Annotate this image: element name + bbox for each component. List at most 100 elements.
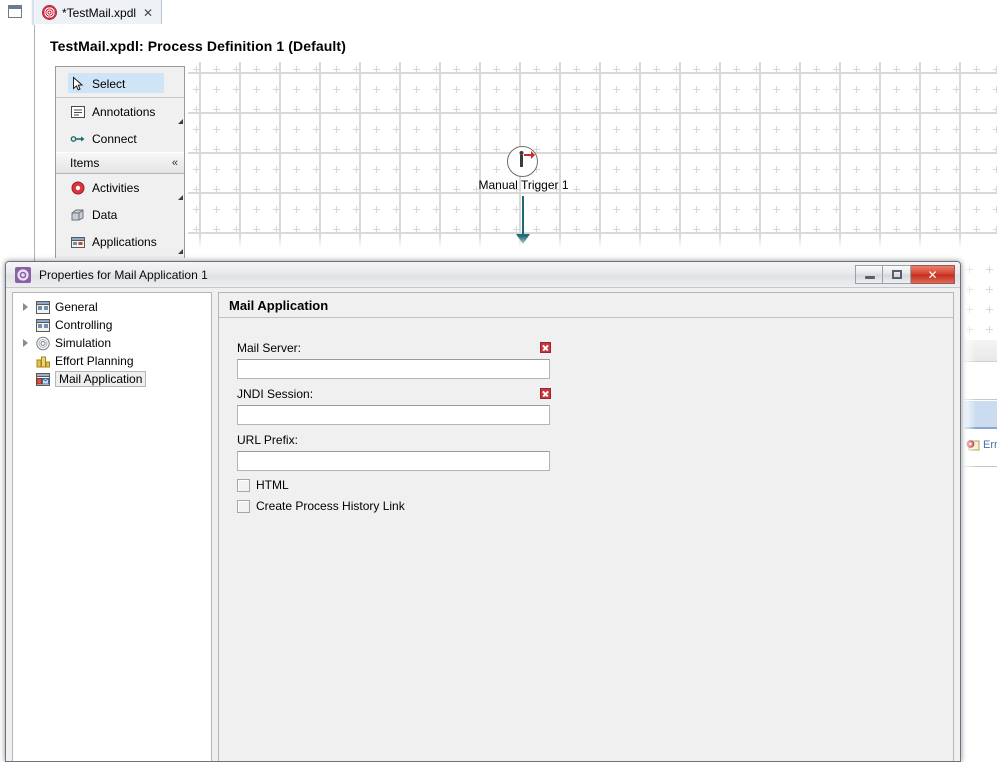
panel-grid-region xyxy=(964,262,997,340)
tree-item-mail-application-label: Mail Application xyxy=(55,371,147,387)
palette-tool-annotations-label: Annotations xyxy=(92,104,156,119)
dialog-nav-tree[interactable]: General Controlling Simulation Effort Pl… xyxy=(12,292,212,761)
panel-divider xyxy=(964,466,997,467)
view-menu-icon[interactable] xyxy=(8,5,22,18)
minimize-button[interactable] xyxy=(855,265,883,284)
palette-tool-select[interactable]: Select xyxy=(56,70,184,97)
panel-selected-row[interactable] xyxy=(964,401,997,429)
checkbox-create-process-history-link[interactable] xyxy=(237,499,250,513)
error-marker-icon xyxy=(966,439,980,450)
palette-item-activities[interactable]: Activities xyxy=(56,174,184,201)
diagram-canvas[interactable]: Manual Trigger 1 Application Activity 1 xyxy=(188,62,997,254)
checkbox-row-process-history-link[interactable]: Create Process History Link xyxy=(237,499,405,513)
close-icon: ✕ xyxy=(927,267,938,282)
properties-gear-icon xyxy=(15,266,31,283)
tree-item-general-label: General xyxy=(55,300,98,314)
dialog-title: Properties for Mail Application 1 xyxy=(39,267,208,282)
editor-palette[interactable]: Select Annotations Connect Items « Activ… xyxy=(55,66,185,258)
tree-item-general[interactable]: General xyxy=(13,298,211,316)
error-icon-jndi-session xyxy=(540,388,551,399)
maximize-button[interactable] xyxy=(883,265,911,284)
palette-expand-arrow[interactable] xyxy=(178,249,183,254)
mail-server-input[interactable] xyxy=(237,359,550,379)
checkbox-row-html[interactable]: HTML xyxy=(237,478,289,492)
palette-tool-select-label: Select xyxy=(92,76,126,91)
panel-toolbar[interactable] xyxy=(964,340,997,362)
diagram-node-manual-trigger-label: Manual Trigger 1 xyxy=(478,178,569,192)
close-button[interactable]: ✕ xyxy=(911,265,955,284)
properties-dialog[interactable]: Properties for Mail Application 1 ✕ Gene… xyxy=(5,261,961,762)
tree-item-effort-planning-label: Effort Planning xyxy=(55,354,134,368)
chevron-right-icon[interactable] xyxy=(21,338,31,348)
panel-content-area xyxy=(964,362,997,400)
connect-icon xyxy=(70,131,86,147)
panel-error-row-label: Err xyxy=(983,439,997,451)
controlling-icon xyxy=(35,318,51,333)
checkbox-create-process-history-link-label: Create Process History Link xyxy=(256,499,405,513)
field-label-mail-server: Mail Server: xyxy=(237,341,302,355)
activities-icon xyxy=(70,180,86,196)
dialog-titlebar[interactable]: Properties for Mail Application 1 ✕ xyxy=(6,262,960,288)
applications-icon xyxy=(70,234,86,250)
canvas-grid xyxy=(188,62,997,254)
chevron-right-icon[interactable] xyxy=(21,302,31,312)
editor-tab-row: *TestMail.xpdl ✕ xyxy=(0,0,997,25)
transition-arrowhead xyxy=(516,234,530,244)
manual-trigger-icon xyxy=(519,151,535,167)
tree-item-effort-planning[interactable]: Effort Planning xyxy=(13,352,211,370)
tree-item-controlling-label: Controlling xyxy=(55,318,113,332)
palette-expand-arrow[interactable] xyxy=(178,119,183,124)
palette-item-activities-label: Activities xyxy=(92,180,140,195)
page-title: TestMail.xpdl: Process Definition 1 (Def… xyxy=(50,38,346,54)
palette-tool-connect-label: Connect xyxy=(92,131,137,146)
editor-tab-testmail[interactable]: *TestMail.xpdl ✕ xyxy=(35,0,163,25)
palette-expand-arrow[interactable] xyxy=(178,195,183,200)
window-buttons: ✕ xyxy=(855,265,955,284)
maximize-glyph xyxy=(892,270,902,279)
arrow-cursor-icon xyxy=(70,75,86,92)
mail-application-icon xyxy=(35,372,51,387)
error-icon-mail-server xyxy=(540,342,551,353)
palette-item-data[interactable]: Data xyxy=(56,201,184,228)
background-right-panel: Err xyxy=(962,262,997,762)
chevron-collapse-icon[interactable]: « xyxy=(172,157,178,169)
url-prefix-input[interactable] xyxy=(237,451,550,471)
checkbox-html-label: HTML xyxy=(256,478,289,492)
palette-item-data-label: Data xyxy=(92,207,118,222)
effort-planning-icon xyxy=(35,354,51,369)
general-icon xyxy=(35,300,51,315)
palette-tool-annotations[interactable]: Annotations xyxy=(56,98,184,125)
tree-item-controlling[interactable]: Controlling xyxy=(13,316,211,334)
tree-item-simulation-label: Simulation xyxy=(55,336,112,350)
field-label-jndi-session: JNDI Session: xyxy=(237,387,314,401)
palette-item-applications-label: Applications xyxy=(92,234,157,249)
jndi-session-input[interactable] xyxy=(237,405,550,425)
dialog-content-pane: Mail Application Mail Server: JNDI Sessi… xyxy=(218,292,954,761)
palette-tool-connect[interactable]: Connect xyxy=(56,125,184,152)
editor-tab-label: *TestMail.xpdl xyxy=(62,5,137,20)
checkbox-html[interactable] xyxy=(237,478,250,492)
content-header: Mail Application xyxy=(219,293,953,318)
transition-line xyxy=(522,196,524,238)
diagram-node-application-activity[interactable]: Application Activity 1 xyxy=(436,250,611,254)
palette-group-items-label: Items xyxy=(70,156,100,170)
left-strip-divider xyxy=(34,25,35,262)
eclipse-workbench: *TestMail.xpdl ✕ TestMail.xpdl: Process … xyxy=(0,0,997,762)
tab-active-underline xyxy=(35,24,165,25)
simulation-icon xyxy=(35,336,51,351)
minimize-glyph xyxy=(865,276,875,279)
diagram-node-manual-trigger[interactable] xyxy=(507,146,538,177)
palette-group-items[interactable]: Items « xyxy=(56,152,184,174)
content-header-title: Mail Application xyxy=(229,298,329,313)
data-icon xyxy=(70,207,86,223)
palette-item-int-applications[interactable]: Int. Applications xyxy=(56,255,184,258)
annotation-icon xyxy=(70,104,86,120)
tree-item-simulation[interactable]: Simulation xyxy=(13,334,211,352)
panel-error-row[interactable]: Err xyxy=(964,434,997,456)
palette-item-applications[interactable]: Applications xyxy=(56,228,184,255)
tree-item-mail-application[interactable]: Mail Application xyxy=(13,370,211,388)
close-icon[interactable]: ✕ xyxy=(143,6,153,20)
